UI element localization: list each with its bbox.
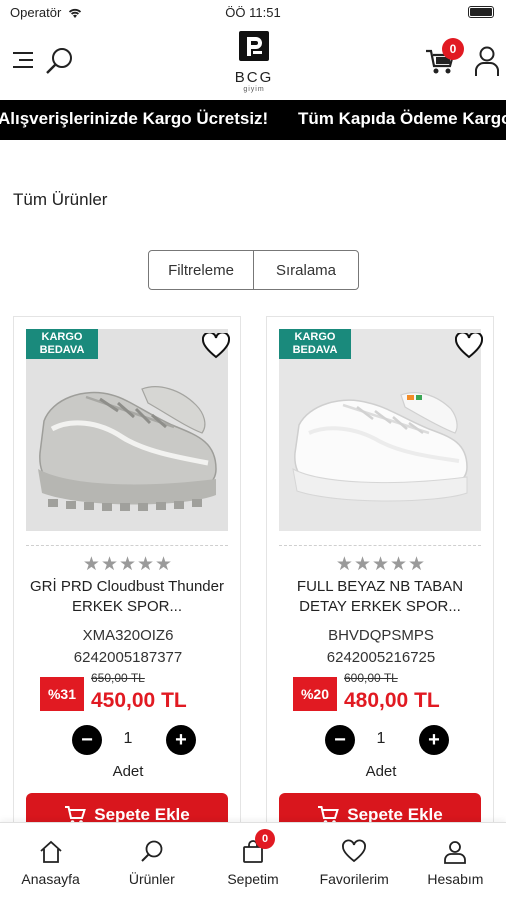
current-price: 450,00 TL bbox=[91, 689, 187, 712]
product-card[interactable]: KARGO BEDAVA ★★★★★ FULL BEYAZ NB TABAN D… bbox=[266, 316, 494, 837]
free-shipping-badge: KARGO BEDAVA bbox=[26, 329, 98, 359]
favorite-button[interactable] bbox=[201, 331, 231, 361]
product-image[interactable]: KARGO BEDAVA bbox=[279, 329, 481, 531]
increase-quantity-button[interactable]: + bbox=[166, 725, 196, 755]
filter-button[interactable]: Filtreleme bbox=[149, 251, 254, 289]
search-icon bbox=[141, 840, 163, 862]
promo-text-2: Tüm Kapıda Ödeme Kargo bbox=[298, 109, 506, 128]
plus-icon: + bbox=[175, 729, 187, 751]
product-image[interactable]: KARGO BEDAVA bbox=[26, 329, 228, 531]
heart-icon bbox=[342, 839, 367, 863]
discount-badge: %31 bbox=[40, 677, 84, 711]
promo-text-1: Alışverişlerinizde Kargo Ücretsiz! bbox=[0, 109, 269, 128]
rating-stars: ★★★★★ bbox=[335, 554, 427, 575]
sort-button[interactable]: Sıralama bbox=[254, 251, 358, 289]
clock: ÖÖ 11:51 bbox=[225, 5, 281, 20]
menu-icon bbox=[13, 52, 33, 68]
user-icon bbox=[444, 841, 467, 864]
tab-account[interactable]: Hesabım bbox=[405, 823, 506, 900]
cart-count-badge: 0 bbox=[442, 38, 464, 60]
quantity-stepper: − 1 + bbox=[58, 725, 198, 755]
status-bar: Operatör ÖÖ 11:51 bbox=[0, 0, 506, 26]
increase-quantity-button[interactable]: + bbox=[419, 725, 449, 755]
product-code: XMA320OIZ6 bbox=[82, 627, 174, 644]
brand-subtitle: giyim bbox=[243, 86, 265, 93]
account-button[interactable] bbox=[472, 44, 502, 78]
quantity-value[interactable]: 1 bbox=[88, 730, 168, 748]
quantity-stepper: − 1 + bbox=[311, 725, 451, 755]
app-header: BCG giyim 0 bbox=[0, 26, 506, 98]
old-price: 600,00 TL bbox=[344, 671, 398, 685]
old-price: 650,00 TL bbox=[91, 671, 145, 685]
tab-home[interactable]: Anasayfa bbox=[0, 823, 101, 900]
battery-icon bbox=[468, 6, 494, 18]
sneaker-image bbox=[26, 329, 228, 531]
product-barcode: 6242005216725 bbox=[326, 649, 436, 666]
plus-icon: + bbox=[428, 729, 440, 751]
quantity-unit: Adet bbox=[365, 763, 397, 780]
tab-cart[interactable]: Sepetim 0 bbox=[202, 823, 303, 900]
user-icon bbox=[475, 46, 499, 76]
brand-logo[interactable]: BCG giyim bbox=[218, 30, 290, 96]
filter-sort-control: Filtreleme Sıralama bbox=[148, 250, 359, 290]
divider bbox=[279, 545, 481, 546]
heart-icon bbox=[454, 331, 484, 359]
tab-products[interactable]: Ürünler bbox=[101, 823, 202, 900]
menu-button[interactable] bbox=[10, 46, 38, 74]
product-barcode: 6242005187377 bbox=[73, 649, 183, 666]
search-button[interactable] bbox=[42, 44, 76, 78]
home-icon bbox=[39, 840, 62, 863]
product-name[interactable]: GRİ PRD Cloudbust Thunder ERKEK SPOR... bbox=[24, 577, 230, 617]
bottom-tab-bar: Anasayfa Ürünler Sepetim 0 Favorilerim H… bbox=[0, 822, 506, 900]
tab-label: Favorilerim bbox=[319, 871, 389, 887]
product-card[interactable]: KARGO BEDAVA ★★★★★ GRİ PRD Cloudbust Thu… bbox=[13, 316, 241, 837]
page-title: Tüm Ürünler bbox=[13, 190, 108, 209]
product-code: BHVDQPSMPS bbox=[328, 627, 434, 644]
brand-name: BCG bbox=[234, 69, 274, 86]
logo-mark-icon bbox=[239, 31, 269, 61]
cart-button[interactable]: 0 bbox=[424, 38, 464, 78]
quantity-value[interactable]: 1 bbox=[341, 730, 421, 748]
promo-marquee: Alışverişlerinizde Kargo Ücretsiz! Tüm K… bbox=[0, 100, 506, 140]
sneaker-image bbox=[279, 329, 481, 531]
discount-badge: %20 bbox=[293, 677, 337, 711]
free-shipping-badge: KARGO BEDAVA bbox=[279, 329, 351, 359]
tab-label: Anasayfa bbox=[21, 871, 80, 887]
favorite-button[interactable] bbox=[454, 331, 484, 361]
search-icon bbox=[46, 48, 72, 74]
product-name[interactable]: FULL BEYAZ NB TABAN DETAY ERKEK SPOR... bbox=[277, 577, 483, 617]
tab-favorites[interactable]: Favorilerim bbox=[304, 823, 405, 900]
tab-label: Ürünler bbox=[128, 871, 175, 887]
quantity-unit: Adet bbox=[112, 763, 144, 780]
heart-icon bbox=[201, 331, 231, 359]
rating-stars: ★★★★★ bbox=[82, 554, 174, 575]
current-price: 480,00 TL bbox=[344, 689, 440, 712]
cart-count-badge: 0 bbox=[255, 829, 276, 849]
tab-label: Hesabım bbox=[427, 871, 484, 887]
divider bbox=[26, 545, 228, 546]
tab-label: Sepetim bbox=[227, 871, 279, 887]
